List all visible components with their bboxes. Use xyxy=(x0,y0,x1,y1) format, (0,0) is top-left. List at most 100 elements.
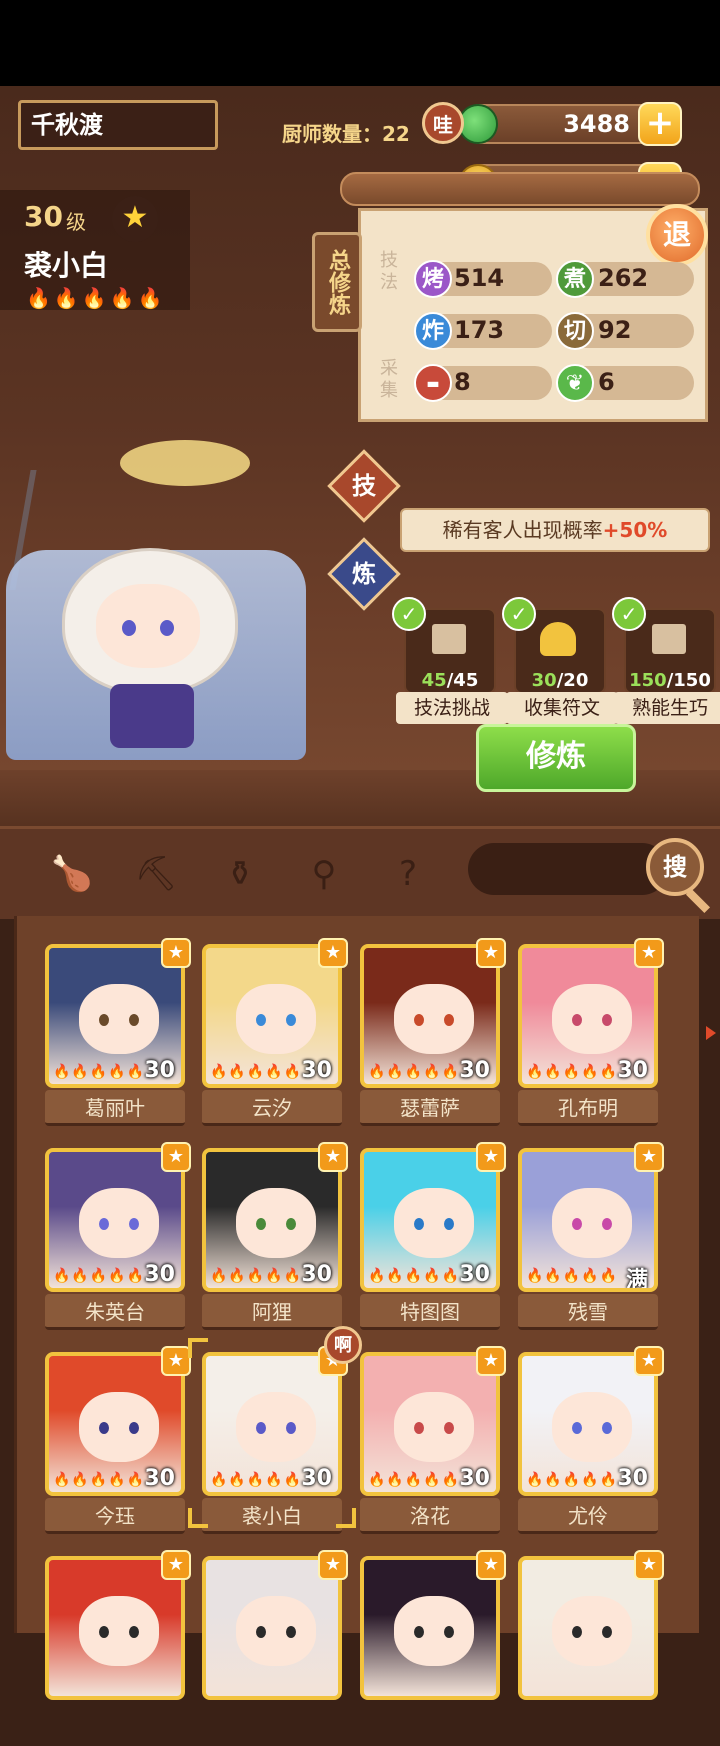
chef-card-face xyxy=(394,1392,474,1462)
location-pin-icon[interactable]: ⚲ xyxy=(302,852,346,896)
cut-skill-value: 92 xyxy=(598,316,632,344)
roast-skill-value: 514 xyxy=(454,264,505,292)
meat-gather-icon: ▬ xyxy=(414,364,452,402)
task-progress: 30/20 xyxy=(531,670,589,691)
chef-card-face xyxy=(394,1188,474,1258)
task-complete-check-icon: ✓ xyxy=(502,597,536,631)
task-progress: 45/45 xyxy=(421,670,479,691)
chef-card-level: 30 xyxy=(144,1262,175,1287)
jade-icon xyxy=(458,104,498,144)
chef-card-eye xyxy=(256,1218,266,1230)
task-progress: 150/150 xyxy=(629,670,711,691)
chef-card[interactable]: 🔥🔥🔥🔥🔥30★裘小白 xyxy=(202,1346,348,1542)
scroll-indicator-arrow-icon xyxy=(706,1026,716,1040)
chef-card[interactable]: 🔥🔥🔥🔥🔥 30 ★ 瑟蕾萨 xyxy=(360,938,506,1134)
chef-card[interactable]: 🔥🔥🔥🔥🔥 30 ★ 今珏 xyxy=(45,1346,191,1542)
chef-card[interactable]: 🔥🔥🔥🔥🔥 30 ★ 孔布明 xyxy=(518,938,664,1134)
chef-card[interactable]: 🔥🔥🔥🔥🔥 满 ★ 残雪 xyxy=(518,1142,664,1338)
chef-card-eye xyxy=(414,1014,424,1026)
chef-card-name: 裘小白 xyxy=(202,1498,342,1534)
chef-card-flames: 🔥🔥🔥🔥🔥 xyxy=(368,1064,461,1080)
add-jade-button[interactable]: + xyxy=(638,102,682,146)
shovel-icon[interactable]: ⛏ xyxy=(134,852,178,896)
wa-badge[interactable]: 哇 xyxy=(422,102,464,144)
card-star-icon: ★ xyxy=(476,938,506,968)
skill-mode-button[interactable]: 技 xyxy=(338,460,390,512)
search-input[interactable] xyxy=(468,843,668,895)
chef-card-eye xyxy=(414,1218,424,1230)
vegetable-gather-value: 6 xyxy=(598,368,615,396)
card-star-icon: ★ xyxy=(634,1142,664,1172)
selection-corner xyxy=(336,1508,356,1528)
card-star-icon: ★ xyxy=(161,1346,191,1376)
chef-card-name: 阿狸 xyxy=(202,1294,342,1330)
save-name-field[interactable]: 千秋渡 xyxy=(18,100,218,150)
card-star-icon: ★ xyxy=(476,1142,506,1172)
chef-card-level: 30 xyxy=(301,1466,332,1491)
chef-card[interactable]: ★ xyxy=(360,1550,506,1746)
chef-card-flames: 🔥🔥🔥🔥🔥 xyxy=(53,1268,146,1284)
chef-card-level: 30 xyxy=(617,1466,648,1491)
chef-card-level: 30 xyxy=(617,1058,648,1083)
drumstick-icon[interactable]: 🍗 xyxy=(50,852,94,896)
card-star-icon: ★ xyxy=(318,938,348,968)
chef-card-face xyxy=(552,1188,632,1258)
chef-card-face xyxy=(394,984,474,1054)
chef-card-flames: 🔥🔥🔥🔥🔥 xyxy=(526,1268,619,1284)
chef-card[interactable]: 🔥🔥🔥🔥🔥 30 ★ 阿狸 xyxy=(202,1142,348,1338)
halo-decoration xyxy=(120,440,250,486)
chef-card-flames: 🔥🔥🔥🔥🔥 xyxy=(210,1268,303,1284)
retreat-button[interactable]: 退 xyxy=(646,204,708,266)
favorite-star-icon[interactable]: ★ xyxy=(112,196,158,242)
chef-card-eye xyxy=(572,1626,582,1638)
chef-card-eye xyxy=(414,1626,424,1638)
chef-card-eye xyxy=(256,1014,266,1026)
chef-card-eye xyxy=(602,1626,612,1638)
chef-card[interactable]: 🔥🔥🔥🔥🔥 30 ★ 云汐 xyxy=(202,938,348,1134)
chef-card-eye xyxy=(444,1014,454,1026)
search-button[interactable]: 搜 xyxy=(646,838,704,896)
scroll-icon xyxy=(652,624,686,654)
card-star-icon: ★ xyxy=(476,1346,506,1376)
chef-card-eye xyxy=(286,1626,296,1638)
chef-card[interactable]: ★ xyxy=(518,1550,664,1746)
total-cultivation-tab[interactable]: 总修炼 xyxy=(312,232,362,332)
chef-card-eye xyxy=(129,1422,139,1434)
rune-icon xyxy=(540,622,576,656)
vegetable-gather-icon: ❦ xyxy=(556,364,594,402)
chef-card[interactable]: ★ xyxy=(202,1550,348,1746)
fry-skill-value: 173 xyxy=(454,316,505,344)
train-mode-button[interactable]: 炼 xyxy=(338,548,390,600)
fry-skill-icon: 炸 xyxy=(414,312,452,350)
roast-skill-icon: 烤 xyxy=(414,260,452,298)
chef-card-flames: 🔥🔥🔥🔥🔥 xyxy=(53,1472,146,1488)
chef-card[interactable]: 🔥🔥🔥🔥🔥 30 ★ 尤伶 xyxy=(518,1346,664,1542)
chef-card-eye xyxy=(572,1218,582,1230)
cut-skill-icon: 切 xyxy=(556,312,594,350)
train-button[interactable]: 修炼 xyxy=(476,724,636,792)
chef-card-eye xyxy=(129,1626,139,1638)
selected-badge: 啊 xyxy=(324,1326,362,1364)
chef-eye-right xyxy=(160,620,174,636)
chef-card-eye xyxy=(444,1218,454,1230)
chef-card-face xyxy=(552,1596,632,1666)
chef-card-level: 30 xyxy=(144,1058,175,1083)
chef-card-name: 洛花 xyxy=(360,1498,500,1534)
chef-card[interactable]: 🔥🔥🔥🔥🔥 30 ★ 葛丽叶 xyxy=(45,938,191,1134)
chef-card[interactable]: 🔥🔥🔥🔥🔥 30 ★ 洛花 xyxy=(360,1346,506,1542)
chef-card[interactable]: 🔥🔥🔥🔥🔥 30 ★ 特图图 xyxy=(360,1142,506,1338)
jar-icon[interactable]: ⚱ xyxy=(218,852,262,896)
chef-card-name: 葛丽叶 xyxy=(45,1090,185,1126)
chef-card-level: 满 xyxy=(625,1268,648,1292)
chef-card-face xyxy=(394,1596,474,1666)
chef-body xyxy=(110,684,194,748)
map-question-icon[interactable]: ? xyxy=(386,852,430,896)
chef-card-face xyxy=(552,1392,632,1462)
chef-card[interactable]: ★ xyxy=(45,1550,191,1746)
bonus-bar: 稀有客人出现概率+50% xyxy=(400,508,710,552)
task-complete-check-icon: ✓ xyxy=(392,597,426,631)
chef-card-name: 云汐 xyxy=(202,1090,342,1126)
chef-card[interactable]: 🔥🔥🔥🔥🔥 30 ★ 朱英台 xyxy=(45,1142,191,1338)
chef-card-name: 尤伶 xyxy=(518,1498,658,1534)
chef-card-eye xyxy=(444,1626,454,1638)
